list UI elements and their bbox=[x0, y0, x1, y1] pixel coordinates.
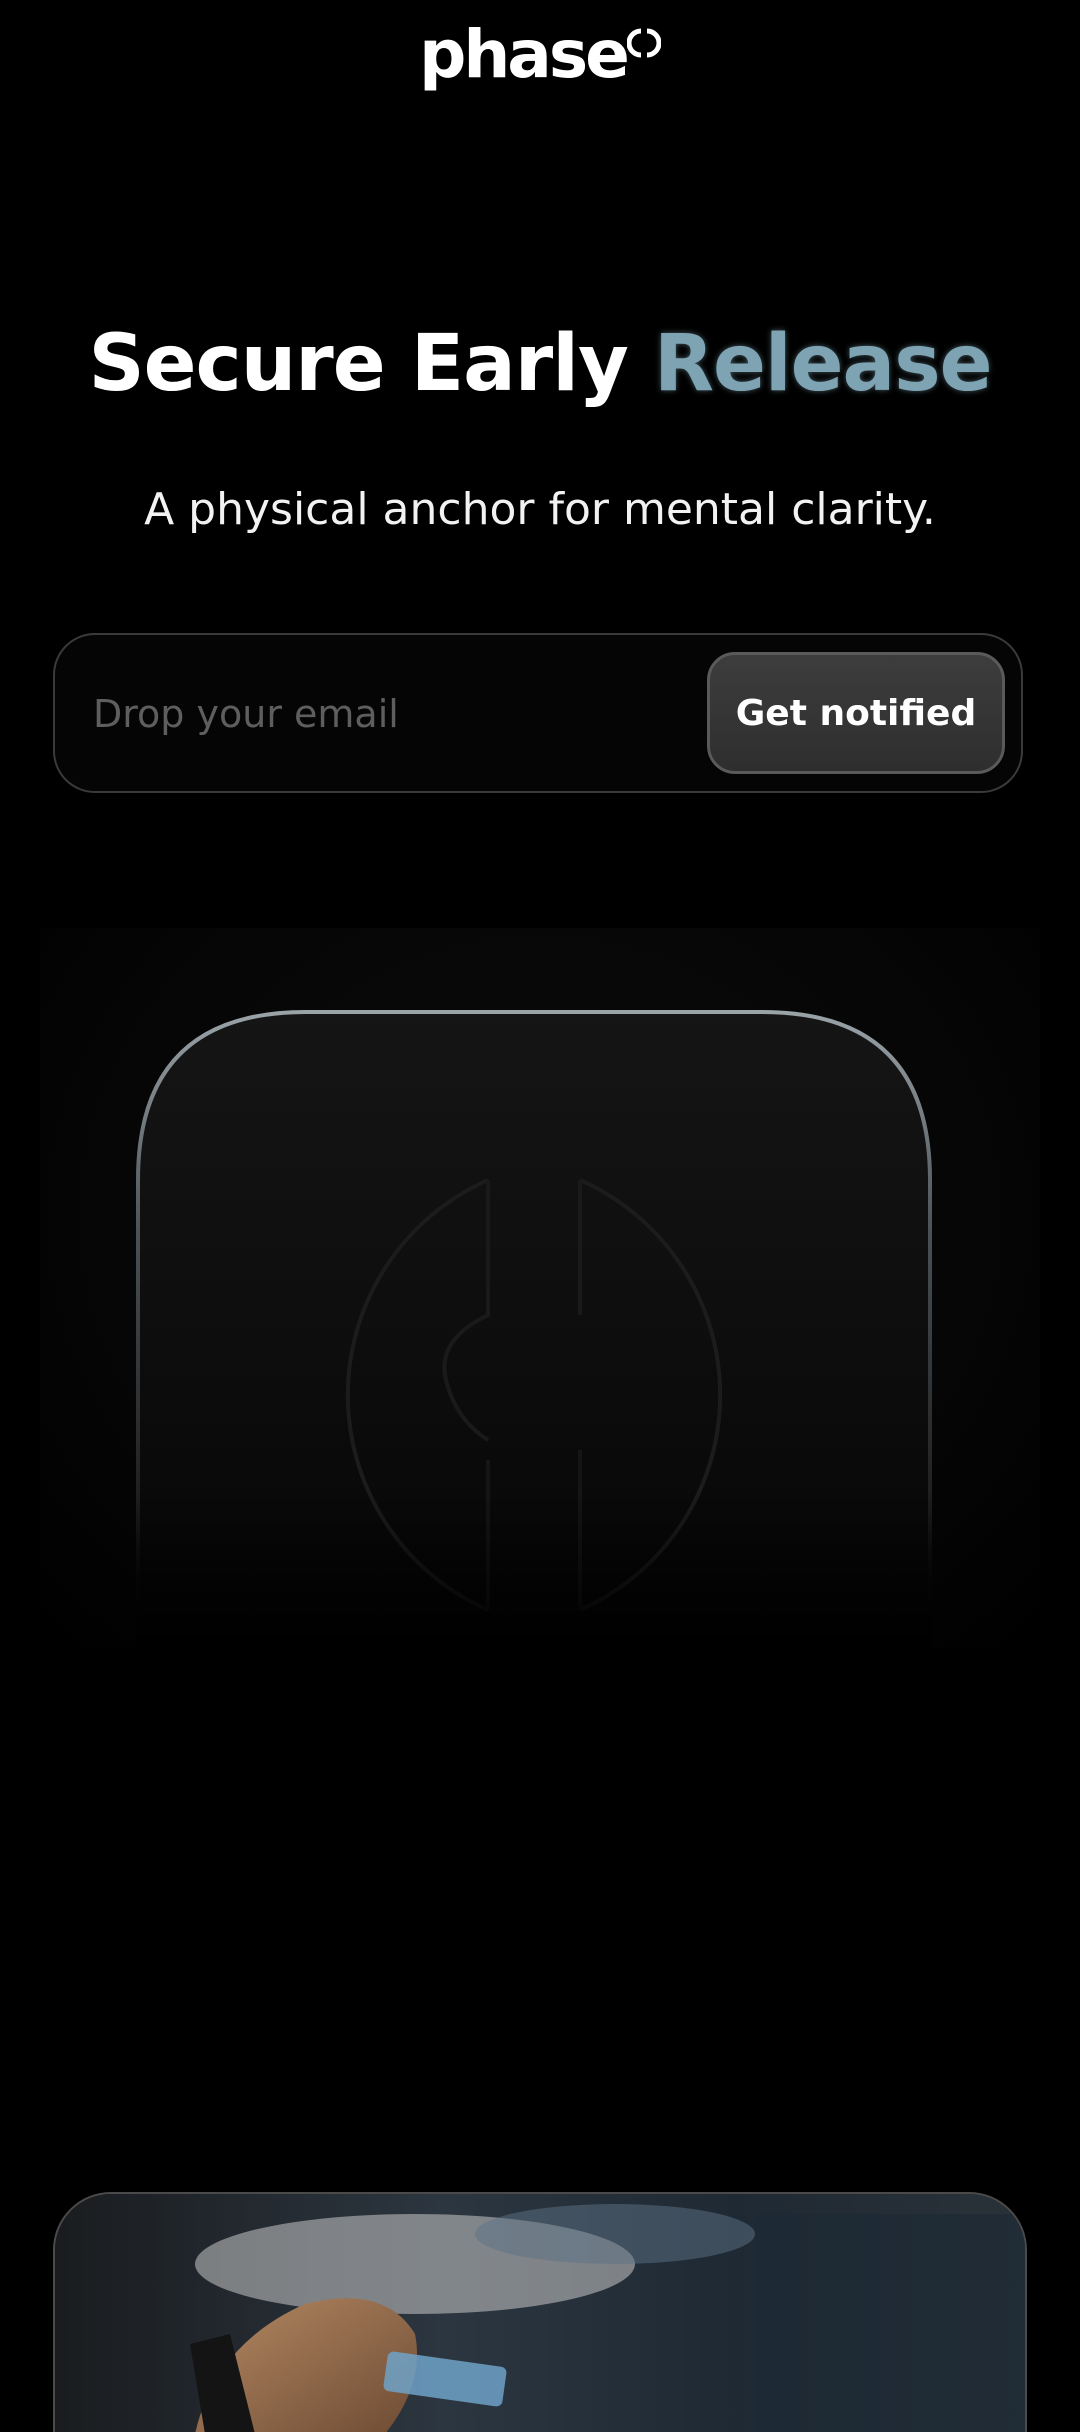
hero-title-accent: Release bbox=[653, 319, 993, 409]
header: phase bbox=[0, 22, 1080, 88]
brand-logo[interactable]: phase bbox=[419, 22, 661, 88]
lifestyle-image-card[interactable] bbox=[53, 2192, 1027, 2432]
signup-form: Get notified bbox=[53, 633, 1023, 793]
product-device-image bbox=[136, 1010, 932, 1650]
email-input[interactable] bbox=[91, 635, 695, 793]
get-notified-button[interactable]: Get notified bbox=[707, 652, 1005, 774]
lifestyle-photo bbox=[55, 2194, 1025, 2432]
hero-subtitle: A physical anchor for mental clarity. bbox=[144, 484, 936, 535]
brand-wordmark: phase bbox=[419, 16, 630, 93]
hero-title-main: Secure Early bbox=[88, 319, 628, 409]
hero-title: Secure Early Release bbox=[0, 319, 1080, 409]
phase-logo-icon bbox=[626, 28, 661, 58]
